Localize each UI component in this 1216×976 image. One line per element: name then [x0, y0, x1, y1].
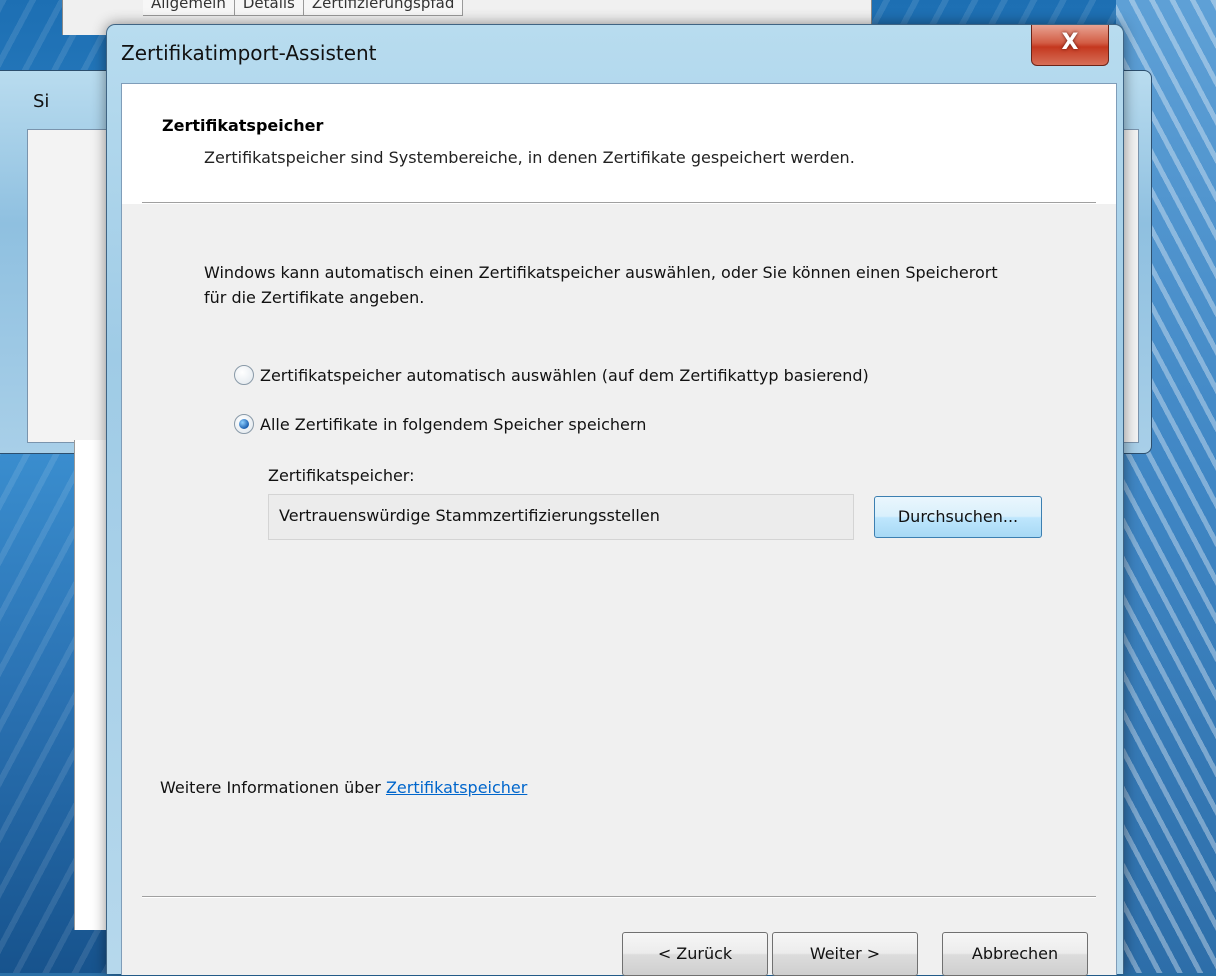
- close-icon: X: [1061, 30, 1079, 55]
- certificate-import-wizard: Zertifikatimport-Assistent X Zertifikats…: [106, 24, 1124, 976]
- cancel-button[interactable]: Abbrechen: [942, 932, 1088, 976]
- background-tabs: Allgemein Details Zertifizierungspfad: [143, 0, 464, 16]
- radio-specific-store-label: Alle Zertifikate in folgendem Speicher s…: [260, 414, 647, 434]
- back-button[interactable]: < Zurück: [622, 932, 768, 976]
- radio-icon[interactable]: [234, 365, 254, 385]
- radio-auto-select-label: Zertifikatspeicher automatisch auswählen…: [260, 365, 869, 385]
- store-label: Zertifikatspeicher:: [268, 466, 415, 485]
- footer-divider: [142, 896, 1096, 898]
- radio-auto-select[interactable]: Zertifikatspeicher automatisch auswählen…: [234, 365, 869, 385]
- header-divider: [142, 202, 1096, 204]
- next-button[interactable]: Weiter >: [772, 932, 918, 976]
- store-field: Vertrauenswürdige Stammzertifizierungsst…: [268, 494, 854, 540]
- page-subtitle: Zertifikatspeicher sind Systembereiche, …: [204, 148, 855, 167]
- browse-button[interactable]: Durchsuchen...: [874, 496, 1042, 538]
- wizard-header: Zertifikatspeicher Zertifikatspeicher si…: [122, 84, 1116, 204]
- tab-zertifizierungspfad[interactable]: Zertifizierungspfad: [303, 0, 464, 16]
- wizard-client-area: Zertifikatspeicher Zertifikatspeicher si…: [121, 83, 1117, 976]
- close-button[interactable]: X: [1031, 25, 1109, 66]
- window-title: Zertifikatimport-Assistent: [121, 41, 377, 65]
- page-title: Zertifikatspeicher: [162, 116, 324, 135]
- more-info-link[interactable]: Zertifikatspeicher: [386, 778, 527, 797]
- tab-allgemein[interactable]: Allgemein: [143, 0, 235, 16]
- radio-specific-store[interactable]: Alle Zertifikate in folgendem Speicher s…: [234, 414, 646, 434]
- intro-text: Windows kann automatisch einen Zertifika…: [204, 263, 998, 307]
- background-window-title: Si: [33, 91, 50, 112]
- radio-selected-icon[interactable]: [234, 414, 254, 434]
- more-info: Weitere Informationen über Zertifikatspe…: [160, 778, 527, 797]
- more-info-text: Weitere Informationen über: [160, 778, 381, 797]
- tab-details[interactable]: Details: [234, 0, 304, 16]
